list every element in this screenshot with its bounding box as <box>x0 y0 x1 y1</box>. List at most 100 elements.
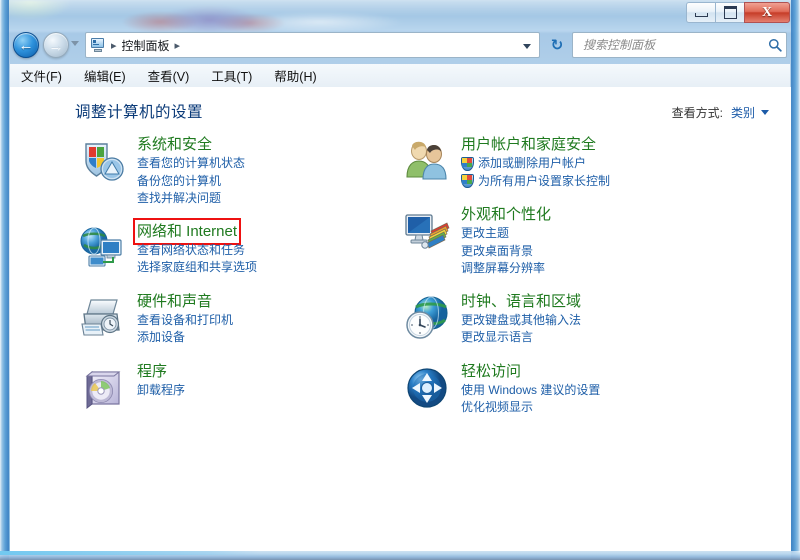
category-link-label[interactable]: 为所有用户设置家长控制 <box>478 173 610 191</box>
category-link-label[interactable]: 选择家庭组和共享选项 <box>137 259 257 277</box>
category-link-label[interactable]: 查看设备和打印机 <box>137 312 233 330</box>
menu-item-edit[interactable]: 编辑(E) <box>73 64 137 87</box>
category-clock-language-and-region: 时钟、语言和区域 更改键盘或其他输入法 更改显示语言 <box>399 292 729 348</box>
category-ease-of-access: 轻松访问 使用 Windows 建议的设置 优化视频显示 <box>399 362 729 418</box>
category-link-label[interactable]: 添加设备 <box>137 329 185 347</box>
window-caption-buttons: X <box>686 2 790 23</box>
category-link-label[interactable]: 更改桌面背景 <box>461 243 533 261</box>
menu-bar: 文件(F) 编辑(E) 查看(V) 工具(T) 帮助(H) <box>10 64 790 88</box>
navigation-bar: ← → ▸ 控制面板 ▸ ↻ <box>9 30 791 62</box>
back-button[interactable]: ← <box>13 32 39 58</box>
category-link[interactable]: 使用 Windows 建议的设置 <box>461 382 729 400</box>
breadcrumb-separator-1: ▸ <box>111 39 117 52</box>
view-by-label: 查看方式: <box>671 106 723 120</box>
category-link-label[interactable]: 更改主题 <box>461 225 509 243</box>
appearance-monitor-icon <box>403 207 451 255</box>
category-title-ease-of-access[interactable]: 轻松访问 <box>461 362 521 381</box>
close-button[interactable]: X <box>744 2 790 23</box>
category-user-accounts-and-family-safety: 用户帐户和家庭安全 添加或删除用户帐户 为所有用户设置家长控制 <box>399 135 729 191</box>
window-border-bottom-highlight <box>0 551 260 555</box>
users-icon <box>403 137 451 185</box>
category-link[interactable]: 查看设备和打印机 <box>137 312 375 330</box>
category-title-row: 外观和个性化 <box>461 205 729 225</box>
forward-arrow-icon: → <box>48 36 64 54</box>
category-links-appearance-and-personalization: 更改主题 更改桌面背景 调整屏幕分辨率 <box>461 225 729 278</box>
minimize-button[interactable] <box>686 2 715 23</box>
category-title-clock-language-and-region[interactable]: 时钟、语言和区域 <box>461 292 581 311</box>
breadcrumb-control-panel[interactable]: 控制面板 <box>122 37 170 54</box>
category-link-label[interactable]: 查看网络状态和任务 <box>137 242 245 260</box>
category-link[interactable]: 查看您的计算机状态 <box>137 155 375 173</box>
window-border-bottom <box>0 551 800 560</box>
category-link[interactable]: 更改键盘或其他输入法 <box>461 312 729 330</box>
category-title-row: 硬件和声音 <box>137 292 375 312</box>
close-icon: X <box>761 4 773 20</box>
category-link[interactable]: 查看网络状态和任务 <box>137 242 375 260</box>
search-icon <box>764 38 786 52</box>
category-links-clock-language-and-region: 更改键盘或其他输入法 更改显示语言 <box>461 312 729 347</box>
category-link-label[interactable]: 备份您的计算机 <box>137 173 221 191</box>
maximize-button[interactable] <box>715 2 744 23</box>
menu-item-tools[interactable]: 工具(T) <box>200 64 263 87</box>
category-link[interactable]: 添加设备 <box>137 329 375 347</box>
category-link[interactable]: 备份您的计算机 <box>137 173 375 191</box>
printer-icon <box>79 294 127 342</box>
category-link[interactable]: 为所有用户设置家长控制 <box>461 173 729 191</box>
category-link[interactable]: 更改主题 <box>461 225 729 243</box>
menu-item-file[interactable]: 文件(F) <box>10 64 73 87</box>
refresh-button[interactable]: ↻ <box>546 34 568 56</box>
category-link-label[interactable]: 更改键盘或其他输入法 <box>461 312 581 330</box>
category-programs: 程序 卸载程序 <box>75 362 375 418</box>
category-link[interactable]: 调整屏幕分辨率 <box>461 260 729 278</box>
search-input[interactable] <box>581 37 764 53</box>
view-by-selector[interactable]: 查看方式: 类别 <box>672 104 769 121</box>
category-link-label[interactable]: 优化视频显示 <box>461 399 533 417</box>
category-link[interactable]: 优化视频显示 <box>461 399 729 417</box>
category-links-user-accounts-and-family-safety: 添加或删除用户帐户 为所有用户设置家长控制 <box>461 155 729 190</box>
category-title-network-and-internet[interactable]: 网络和 Internet <box>132 217 242 245</box>
category-title-row: 网络和 Internet <box>132 217 375 245</box>
chevron-down-icon[interactable] <box>761 110 769 115</box>
category-system-and-security: 系统和安全 查看您的计算机状态 备份您的计算机 查找并解决问题 <box>75 135 375 208</box>
category-links-programs: 卸载程序 <box>137 382 375 400</box>
category-link[interactable]: 更改显示语言 <box>461 329 729 347</box>
clock-globe-icon <box>403 294 451 342</box>
programs-disc-icon <box>79 364 127 412</box>
category-link[interactable]: 添加或删除用户帐户 <box>461 155 729 173</box>
category-link[interactable]: 更改桌面背景 <box>461 243 729 261</box>
category-title-system-and-security[interactable]: 系统和安全 <box>137 135 212 154</box>
category-link-label[interactable]: 查找并解决问题 <box>137 190 221 208</box>
category-link[interactable]: 选择家庭组和共享选项 <box>137 259 375 277</box>
category-title-row: 轻松访问 <box>461 362 729 382</box>
address-bar[interactable]: ▸ 控制面板 ▸ <box>85 32 540 58</box>
category-link-label[interactable]: 使用 Windows 建议的设置 <box>461 382 600 400</box>
search-box[interactable] <box>572 32 787 58</box>
content-pane: 调整计算机的设置 查看方式: 类别 系统和安全 查看您的计算机状态 备份您的计算机查… <box>10 87 791 551</box>
control-panel-icon <box>90 37 106 53</box>
category-link-label[interactable]: 调整屏幕分辨率 <box>461 260 545 278</box>
window-glass-background <box>0 0 800 32</box>
category-title-row: 用户帐户和家庭安全 <box>461 135 729 155</box>
forward-button[interactable]: → <box>43 32 69 58</box>
history-dropdown-icon[interactable] <box>71 41 79 46</box>
breadcrumb-separator-2[interactable]: ▸ <box>175 39 181 52</box>
category-link-label[interactable]: 查看您的计算机状态 <box>137 155 245 173</box>
menu-item-help[interactable]: 帮助(H) <box>263 64 327 87</box>
category-title-programs[interactable]: 程序 <box>137 362 167 381</box>
category-link[interactable]: 卸载程序 <box>137 382 375 400</box>
uac-shield-icon <box>461 156 474 171</box>
category-link-label[interactable]: 卸载程序 <box>137 382 185 400</box>
address-dropdown-icon[interactable] <box>523 44 531 49</box>
content-header: 调整计算机的设置 查看方式: 类别 <box>11 87 791 135</box>
category-title-hardware-and-sound[interactable]: 硬件和声音 <box>137 292 212 311</box>
category-link[interactable]: 查找并解决问题 <box>137 190 375 208</box>
category-title-row: 时钟、语言和区域 <box>461 292 729 312</box>
menu-item-view[interactable]: 查看(V) <box>137 64 201 87</box>
category-link-label[interactable]: 更改显示语言 <box>461 329 533 347</box>
category-title-row: 程序 <box>137 362 375 382</box>
category-title-user-accounts-and-family-safety[interactable]: 用户帐户和家庭安全 <box>461 135 596 154</box>
view-by-value[interactable]: 类别 <box>731 104 755 121</box>
category-title-appearance-and-personalization[interactable]: 外观和个性化 <box>461 205 551 224</box>
category-link-label[interactable]: 添加或删除用户帐户 <box>478 155 586 173</box>
uac-shield-icon <box>461 174 474 189</box>
